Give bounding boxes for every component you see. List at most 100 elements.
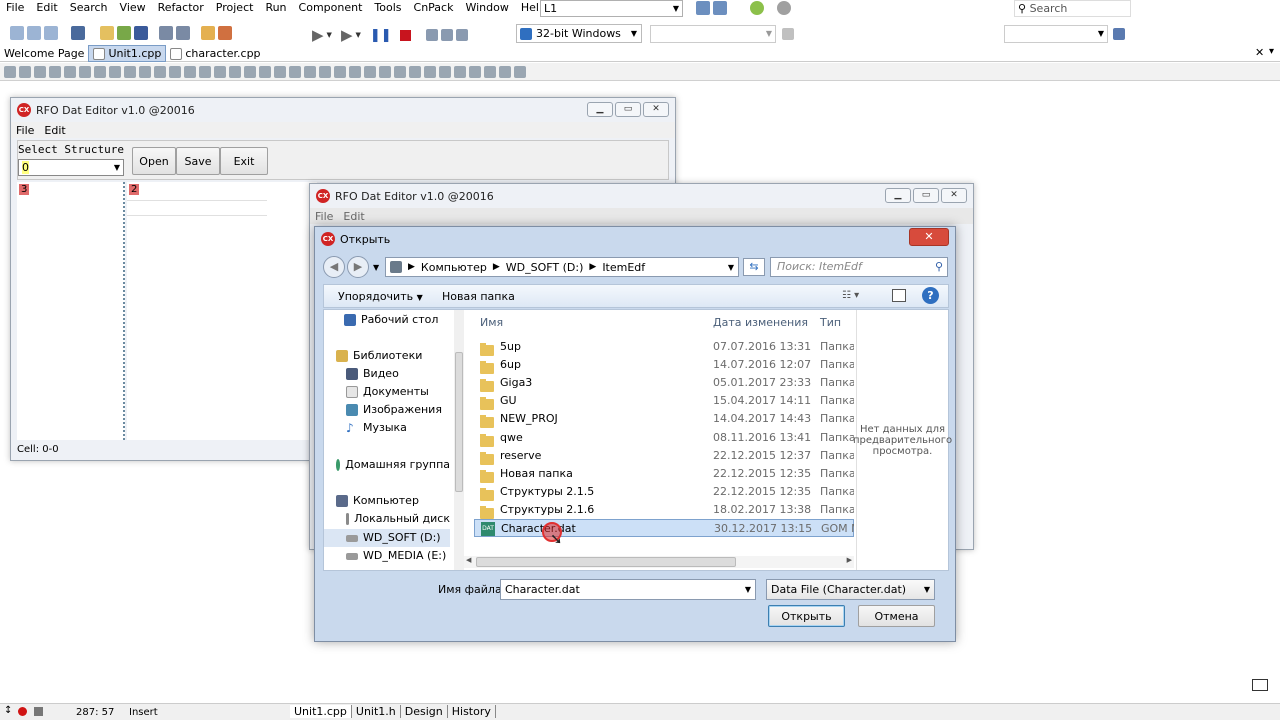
- chevron-down-icon[interactable]: ▾: [1269, 46, 1274, 57]
- bring-front-icon[interactable]: [229, 65, 241, 78]
- new-unit-icon[interactable]: [27, 26, 41, 40]
- filename-input[interactable]: Character.dat ▼: [500, 579, 756, 600]
- menu-tools[interactable]: Tools: [368, 0, 407, 16]
- size-width-icon[interactable]: [169, 65, 181, 78]
- align-top-icon[interactable]: [49, 65, 61, 78]
- close-tab-icon[interactable]: ✕: [1255, 46, 1264, 59]
- menu-edit[interactable]: Edit: [39, 124, 70, 137]
- nav-item-libraries[interactable]: Библиотеки: [336, 347, 450, 365]
- menu-cnpack[interactable]: CnPack: [408, 0, 460, 16]
- nav-item-wd-media[interactable]: WD_MEDIA (E:): [346, 547, 450, 565]
- file-row[interactable]: NEW_PROJ 14.04.2017 14:43 Папка: [474, 410, 854, 429]
- menu-search[interactable]: Search: [64, 0, 114, 16]
- scrollbar-thumb[interactable]: [455, 352, 463, 492]
- save-desktop-icon[interactable]: [1113, 28, 1125, 40]
- stop-macro-icon[interactable]: [34, 707, 43, 716]
- view-as-text-icon[interactable]: [409, 65, 421, 78]
- menu-edit[interactable]: Edit: [30, 0, 63, 16]
- window-cascade-icon[interactable]: [713, 1, 727, 15]
- open-icon[interactable]: [100, 26, 114, 40]
- file-row[interactable]: Структуры 2.1.6 18.02.2017 13:38 Папка: [474, 501, 854, 520]
- menu-view[interactable]: View: [114, 0, 152, 16]
- file-row[interactable]: Новая папка 22.12.2015 12:35 Папка: [474, 464, 854, 483]
- nav-item-video[interactable]: Видео: [346, 365, 450, 383]
- pause-icon[interactable]: ❚❚: [370, 28, 392, 43]
- shrink-icon[interactable]: [214, 65, 226, 78]
- maximize-icon[interactable]: ▭: [913, 188, 939, 203]
- configuration-combo[interactable]: ▼: [650, 25, 776, 43]
- snap-icon[interactable]: [334, 65, 346, 78]
- align-left-icon[interactable]: [4, 65, 16, 78]
- guide-icon[interactable]: [364, 65, 376, 78]
- grid-right[interactable]: 2: [127, 182, 317, 440]
- select-icon[interactable]: [71, 26, 85, 40]
- nav-scrollbar[interactable]: [454, 310, 464, 570]
- help-icon[interactable]: ?: [922, 287, 939, 304]
- scroll-left-icon[interactable]: ◀: [466, 556, 471, 564]
- help-icon[interactable]: [514, 65, 526, 78]
- chevron-down-icon[interactable]: ▼: [373, 263, 379, 272]
- structure-icon[interactable]: [469, 65, 481, 78]
- nav-item-pictures[interactable]: Изображения: [346, 401, 450, 419]
- palette-icon[interactable]: [439, 65, 451, 78]
- close-icon[interactable]: ✕: [941, 188, 967, 203]
- chevron-down-icon[interactable]: ▼: [355, 31, 360, 39]
- refresh-icon[interactable]: [782, 28, 794, 40]
- nav-item-documents[interactable]: Документы: [346, 383, 450, 401]
- target-combo[interactable]: L1 ▼: [540, 0, 683, 17]
- inspector-icon[interactable]: [454, 65, 466, 78]
- new-form-icon[interactable]: [44, 26, 58, 40]
- forward-arrow-icon[interactable]: ▶: [347, 256, 369, 278]
- tab-history[interactable]: History: [448, 705, 496, 718]
- menu-project[interactable]: Project: [210, 0, 260, 16]
- chevron-down-icon[interactable]: ▼: [745, 580, 751, 599]
- layout-icon[interactable]: [379, 65, 391, 78]
- back-arrow-icon[interactable]: ◀: [323, 256, 345, 278]
- lock-controls-icon[interactable]: [259, 65, 271, 78]
- file-row[interactable]: 6up 14.07.2016 12:07 Папка: [474, 355, 854, 374]
- remove-from-project-icon[interactable]: [218, 26, 232, 40]
- file-row[interactable]: reserve 22.12.2015 12:37 Папка: [474, 446, 854, 465]
- minimize-icon[interactable]: ▁: [885, 188, 911, 203]
- grid-icon[interactable]: [349, 65, 361, 78]
- save-all-icon[interactable]: [159, 26, 173, 40]
- align-bottom-icon[interactable]: [79, 65, 91, 78]
- record-macro-icon[interactable]: [18, 707, 27, 716]
- column-type-header[interactable]: Тип: [820, 316, 841, 329]
- organize-button[interactable]: Упорядочить ▼: [338, 290, 423, 303]
- refresh-icon[interactable]: ⇆: [743, 258, 765, 276]
- step-over-icon[interactable]: [440, 29, 453, 41]
- address-bar[interactable]: ▶ Компьютер ▶ WD_SOFT (D:) ▶ ItemEdf ▼: [385, 257, 739, 277]
- menu-component[interactable]: Component: [293, 0, 369, 16]
- close-icon[interactable]: ✕: [909, 228, 949, 246]
- open-button[interactable]: Open: [132, 147, 176, 175]
- space-equal-v-icon[interactable]: [109, 65, 121, 78]
- restore-panel-icon[interactable]: [1252, 679, 1268, 691]
- tab-unit1-cpp[interactable]: Unit1.cpp: [290, 705, 352, 718]
- new-file-icon[interactable]: [10, 26, 24, 40]
- run-icon[interactable]: ▶: [312, 26, 324, 44]
- minimize-icon[interactable]: ▁: [587, 102, 613, 117]
- center-v-icon[interactable]: [139, 65, 151, 78]
- dialog-search-input[interactable]: Поиск: ItemEdf ⚲: [770, 257, 948, 277]
- menu-file[interactable]: File: [0, 0, 30, 16]
- new-folder-button[interactable]: Новая папка: [442, 290, 515, 303]
- file-row[interactable]: Giga3 05.01.2017 23:33 Папка: [474, 373, 854, 392]
- expand-icon[interactable]: ↕: [4, 705, 12, 716]
- menu-file[interactable]: File: [310, 210, 338, 223]
- tab-character-cpp[interactable]: character.cpp: [166, 46, 264, 61]
- tab-order-icon[interactable]: [274, 65, 286, 78]
- menu-run[interactable]: Run: [259, 0, 292, 16]
- menu-window[interactable]: Window: [459, 0, 514, 16]
- breadcrumb-wd-soft[interactable]: WD_SOFT (D:): [506, 261, 584, 274]
- file-row[interactable]: GU 15.04.2017 14:11 Папка: [474, 392, 854, 411]
- file-type-filter[interactable]: Data File (Character.dat) ▼: [766, 579, 935, 600]
- breadcrumb-computer[interactable]: Компьютер: [421, 261, 487, 274]
- menu-refactor[interactable]: Refactor: [152, 0, 210, 16]
- exit-button[interactable]: Exit: [220, 147, 268, 175]
- creation-order-icon[interactable]: [289, 65, 301, 78]
- tab-welcome-page[interactable]: Welcome Page: [0, 46, 88, 61]
- file-list-hscrollbar[interactable]: ◀ ▶: [464, 556, 854, 568]
- send-back-icon[interactable]: [244, 65, 256, 78]
- column-name-header[interactable]: Имя: [480, 316, 503, 329]
